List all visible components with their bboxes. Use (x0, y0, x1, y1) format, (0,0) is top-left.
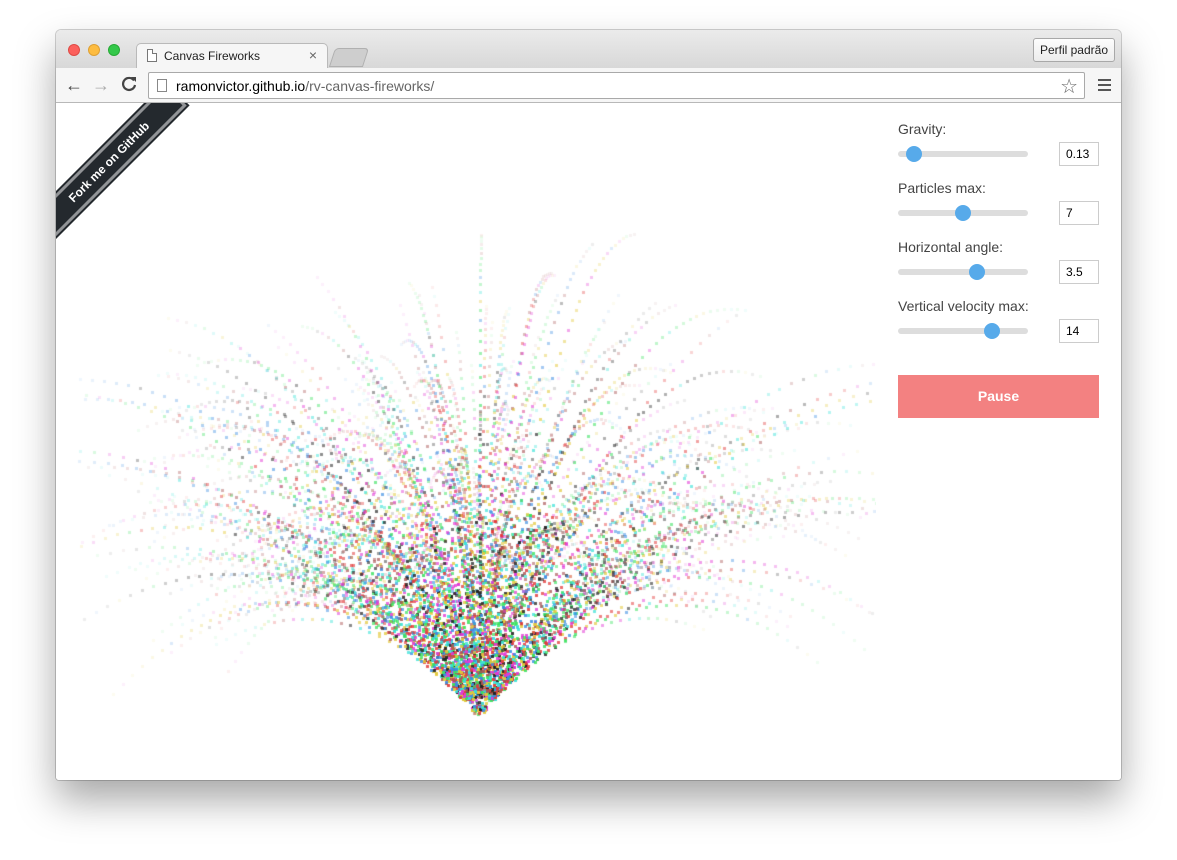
control-gravity: Gravity: 0.13 (898, 121, 1099, 180)
vertical-velocity-max-label: Vertical velocity max: (898, 298, 1029, 314)
url-path: /rv-canvas-fireworks/ (305, 78, 435, 94)
control-horizontal-angle: Horizontal angle: 3.5 (898, 239, 1099, 298)
gravity-slider[interactable] (898, 146, 1028, 162)
particles-max-slider[interactable] (898, 205, 1028, 221)
vertical-velocity-max-slider-handle[interactable] (983, 323, 1000, 339)
page-icon (157, 79, 167, 92)
control-vertical-velocity-max: Vertical velocity max: 14 (898, 298, 1099, 357)
controls-panel: Gravity: 0.13 Particles max: 7 Horizonta… (898, 121, 1099, 418)
menu-icon[interactable] (1098, 79, 1111, 94)
tab-title: Canvas Fireworks (164, 49, 261, 63)
browser-window: Canvas Fireworks × Perfil padrão ← → ram… (56, 30, 1121, 780)
maximize-window-button[interactable] (108, 44, 120, 56)
url-host: ramonvictor.github.io (176, 78, 306, 94)
fireworks-canvas[interactable] (76, 123, 876, 723)
vertical-velocity-max-input[interactable]: 14 (1059, 319, 1099, 343)
github-ribbon[interactable]: Fork me on GitHub (56, 103, 196, 243)
gravity-slider-handle[interactable] (905, 146, 922, 162)
horizontal-angle-label: Horizontal angle: (898, 239, 1004, 255)
new-tab-button[interactable] (328, 48, 370, 67)
fork-me-ribbon[interactable]: Fork me on GitHub (56, 103, 187, 240)
reload-icon[interactable] (120, 75, 138, 97)
gravity-input[interactable]: 0.13 (1059, 142, 1099, 166)
tab-canvas-fireworks[interactable]: Canvas Fireworks × (136, 43, 328, 69)
url-text: ramonvictor.github.io/rv-canvas-firework… (176, 78, 434, 94)
vertical-velocity-max-slider[interactable] (898, 323, 1028, 339)
forward-icon[interactable]: → (92, 75, 110, 95)
horizontal-angle-slider-handle[interactable] (969, 264, 986, 280)
horizontal-angle-input[interactable]: 3.5 (1059, 260, 1099, 284)
tab-close-icon[interactable]: × (309, 47, 317, 63)
profile-button[interactable]: Perfil padrão (1032, 38, 1115, 62)
back-icon[interactable]: ← (65, 75, 83, 95)
tab-bar: Canvas Fireworks × Perfil padrão (56, 30, 1121, 69)
particles-max-input[interactable]: 7 (1059, 201, 1099, 225)
horizontal-angle-slider[interactable] (898, 264, 1028, 280)
control-particles-max: Particles max: 7 (898, 180, 1099, 239)
gravity-label: Gravity: (898, 121, 947, 137)
particles-max-label: Particles max: (898, 180, 986, 196)
page-icon (147, 49, 157, 62)
browser-toolbar: ← → ramonvictor.github.io/rv-canvas-fire… (56, 68, 1121, 103)
bookmark-star-icon[interactable]: ☆ (1060, 74, 1078, 99)
address-bar[interactable]: ramonvictor.github.io/rv-canvas-firework… (148, 72, 1085, 99)
pause-button[interactable]: Pause (898, 375, 1099, 418)
minimize-window-button[interactable] (88, 44, 100, 56)
particles-max-slider-handle[interactable] (955, 205, 971, 221)
page-content: Fork me on GitHub Gravity: 0.13 Particle… (56, 103, 1121, 780)
close-window-button[interactable] (68, 44, 80, 56)
